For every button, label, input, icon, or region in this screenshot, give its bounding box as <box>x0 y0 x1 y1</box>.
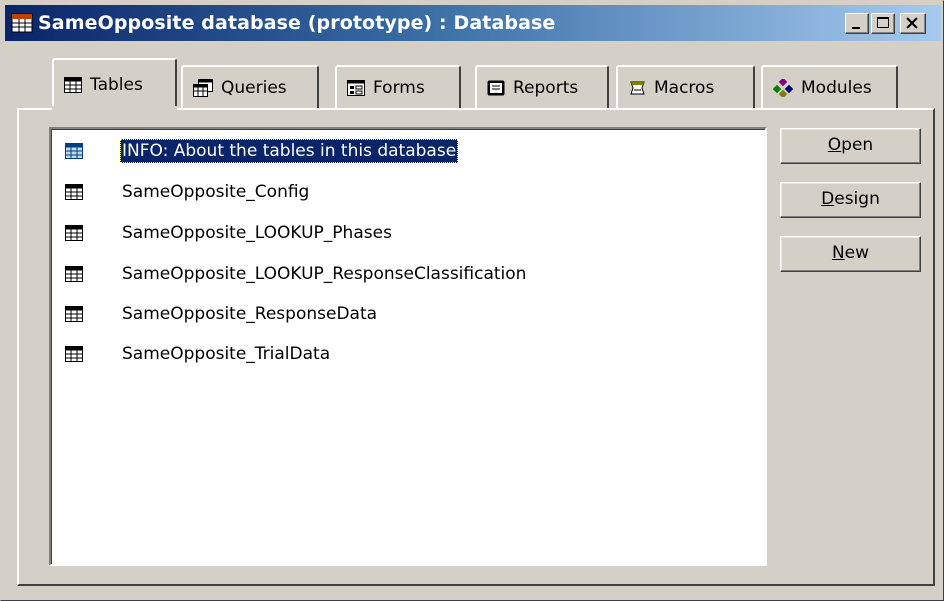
new-button[interactable]: New <box>780 236 921 272</box>
query-icon <box>193 79 213 97</box>
report-icon <box>487 80 505 96</box>
form-icon <box>347 80 365 96</box>
database-window-icon <box>11 13 33 33</box>
close-icon <box>906 17 918 29</box>
list-item-label: SameOpposite_LOOKUP_ResponseClassificati… <box>122 264 527 284</box>
list-item-label: INFO: About the tables in this database <box>120 139 459 163</box>
open-access-key: O <box>827 135 842 155</box>
object-list[interactable]: INFO: About the tables in this database … <box>49 127 767 566</box>
module-icon <box>773 79 793 97</box>
list-item-label: SameOpposite_TrialData <box>122 344 331 364</box>
database-window: SameOpposite database (prototype) : Data… <box>0 0 944 601</box>
list-item-label: SameOpposite_Config <box>122 182 310 202</box>
tab-macros[interactable]: Macros <box>616 65 755 109</box>
design-access-key: D <box>821 189 835 209</box>
design-button[interactable]: Design <box>780 182 921 218</box>
tab-tables-label: Tables <box>90 75 143 95</box>
tab-modules[interactable]: Modules <box>761 65 898 109</box>
list-item-lookup-responseclassification[interactable]: SameOpposite_LOOKUP_ResponseClassificati… <box>65 261 528 287</box>
tab-forms[interactable]: Forms <box>335 65 461 109</box>
tab-queries[interactable]: Queries <box>181 65 319 109</box>
list-item-info[interactable]: INFO: About the tables in this database <box>65 138 459 164</box>
minimize-button[interactable] <box>845 13 869 34</box>
window-title: SameOpposite database (prototype) : Data… <box>38 12 556 34</box>
table-icon <box>65 346 83 362</box>
tab-forms-label: Forms <box>373 78 425 98</box>
table-icon <box>65 306 83 322</box>
list-item-responsedata[interactable]: SameOpposite_ResponseData <box>65 301 379 327</box>
title-bar[interactable]: SameOpposite database (prototype) : Data… <box>5 5 941 41</box>
macro-icon <box>630 81 645 95</box>
design-label-rest: esign <box>834 189 880 209</box>
tab-reports[interactable]: Reports <box>475 65 609 109</box>
list-item-lookup-phases[interactable]: SameOpposite_LOOKUP_Phases <box>65 220 394 246</box>
table-icon <box>65 143 83 159</box>
new-access-key: N <box>831 243 845 263</box>
table-icon <box>65 184 83 200</box>
active-tab-joiner <box>52 106 177 110</box>
table-icon <box>64 77 82 93</box>
new-label-rest: ew <box>844 243 870 263</box>
list-item-trialdata[interactable]: SameOpposite_TrialData <box>65 341 332 367</box>
tab-reports-label: Reports <box>513 78 579 98</box>
close-button[interactable] <box>900 13 926 34</box>
tab-macros-label: Macros <box>654 78 715 98</box>
list-item-label: SameOpposite_ResponseData <box>122 304 378 324</box>
table-icon <box>65 225 83 241</box>
list-item-config[interactable]: SameOpposite_Config <box>65 179 311 205</box>
open-button[interactable]: Open <box>780 128 921 164</box>
tab-queries-label: Queries <box>221 78 287 98</box>
list-item-label: SameOpposite_LOOKUP_Phases <box>122 223 392 243</box>
maximize-button[interactable] <box>871 13 895 34</box>
table-icon <box>65 266 83 282</box>
minimize-icon <box>852 27 860 29</box>
open-label-rest: pen <box>841 135 874 155</box>
tab-modules-label: Modules <box>801 78 872 98</box>
maximize-icon <box>877 17 889 28</box>
tab-tables[interactable]: Tables <box>52 58 177 110</box>
